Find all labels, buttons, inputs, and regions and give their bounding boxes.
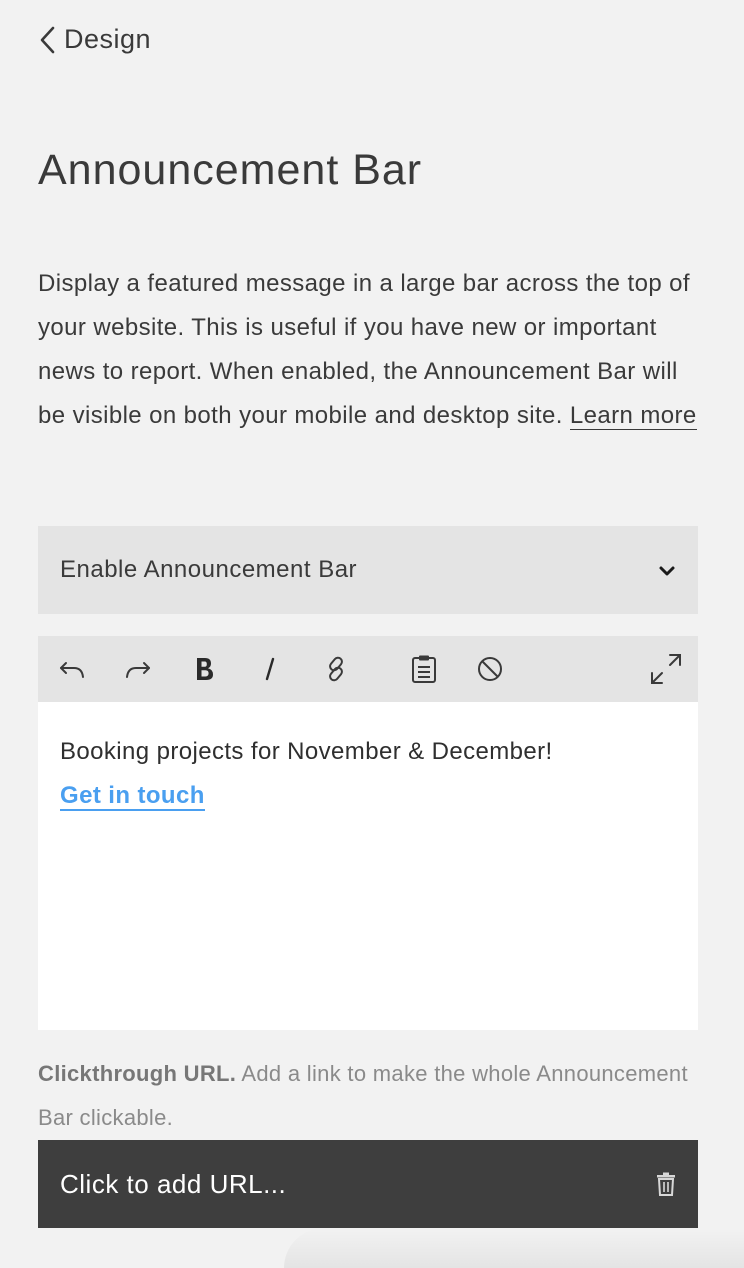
select-value: Enable Announcement Bar [60, 556, 358, 583]
clickthrough-url-input[interactable]: Click to add URL... [38, 1140, 698, 1228]
learn-more-link[interactable]: Learn more [569, 402, 697, 430]
chevron-left-icon [38, 25, 56, 55]
clickthrough-help: Clickthrough URL. Add a link to make the… [38, 1052, 698, 1140]
panel-shadow [284, 1228, 744, 1268]
redo-icon[interactable] [120, 651, 156, 687]
clickthrough-label: Clickthrough URL. [38, 1061, 237, 1086]
enable-announcement-select[interactable]: Enable Announcement Bar [38, 526, 698, 614]
chevron-down-icon [658, 556, 676, 584]
back-link-label: Design [64, 24, 152, 54]
clear-format-icon[interactable] [472, 651, 508, 687]
trash-icon[interactable] [656, 1172, 676, 1196]
rich-text-editor: Booking projects for November & December… [38, 636, 698, 1030]
url-placeholder: Click to add URL... [60, 1168, 287, 1199]
page-title: Announcement Bar [38, 146, 423, 194]
editor-text: Booking projects for November & December… [60, 738, 553, 765]
editor-content[interactable]: Booking projects for November & December… [38, 702, 698, 818]
link-icon[interactable] [318, 651, 354, 687]
bold-icon[interactable] [186, 651, 222, 687]
italic-icon[interactable] [252, 651, 288, 687]
back-link[interactable]: Design [38, 24, 151, 55]
editor-toolbar [38, 636, 698, 702]
expand-icon[interactable] [646, 651, 686, 687]
get-in-touch-link[interactable]: Get in touch [60, 782, 205, 811]
undo-icon[interactable] [54, 651, 90, 687]
paste-icon[interactable] [406, 651, 442, 687]
page-description: Display a featured message in a large ba… [38, 262, 708, 438]
